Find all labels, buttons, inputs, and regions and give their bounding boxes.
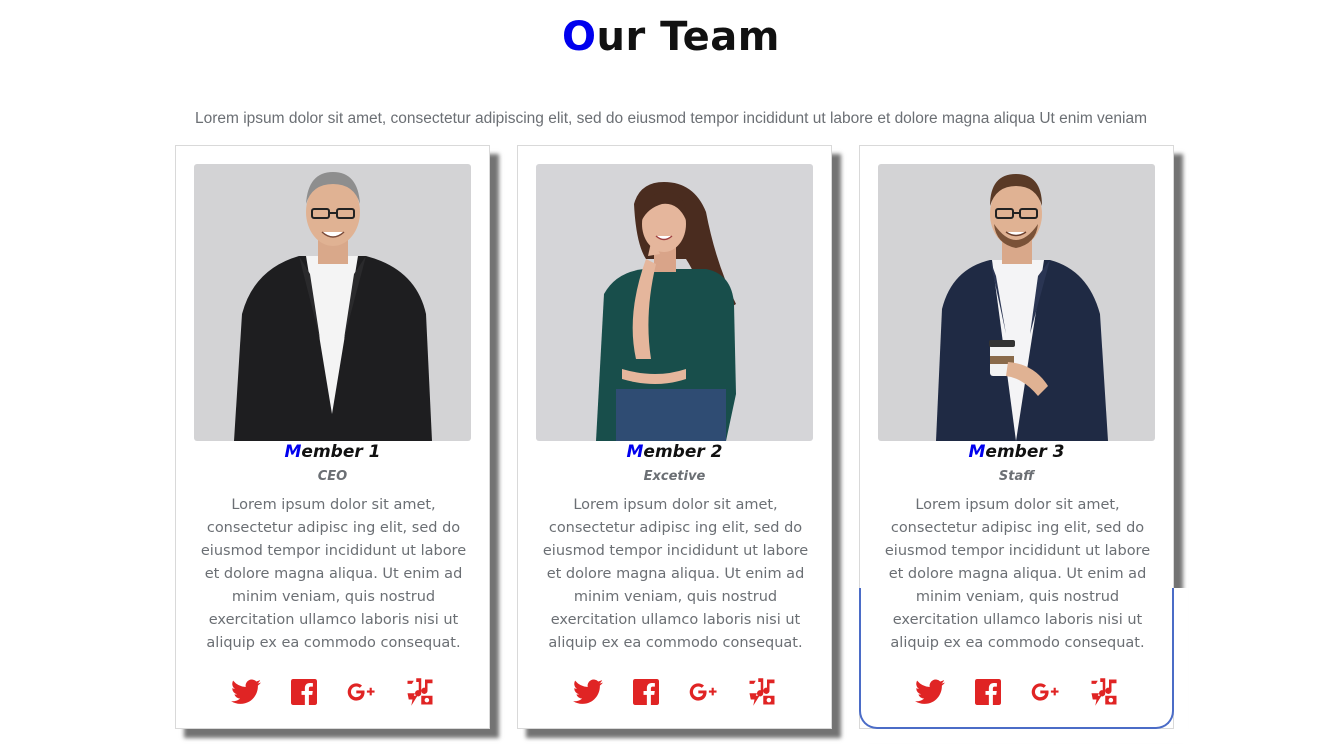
member-2-role: Excetive xyxy=(643,469,706,484)
google-plus-icon[interactable] xyxy=(1030,676,1062,708)
title-rest: ur Team xyxy=(596,14,780,60)
member-1-name-first-letter: M xyxy=(284,442,302,462)
member-3-role: Staff xyxy=(998,469,1035,484)
facebook-icon[interactable] xyxy=(630,676,662,708)
team-card-1: Member 1 CEO Lorem ipsum dolor sit amet,… xyxy=(175,145,490,729)
page-title: Our Team xyxy=(0,14,1342,60)
member-3-photo xyxy=(878,164,1155,441)
member-2-name-rest: ember 2 xyxy=(643,442,723,462)
member-3-socials xyxy=(860,676,1173,708)
member-2-bio: Lorem ipsum dolor sit amet, consectetur … xyxy=(542,497,809,651)
twitter-icon[interactable] xyxy=(230,676,262,708)
member-3-bio: Lorem ipsum dolor sit amet, consectetur … xyxy=(884,497,1151,651)
member-1-socials xyxy=(176,676,489,708)
google-plus-icon[interactable] xyxy=(346,676,378,708)
card-3-shadow-mask-bottom xyxy=(859,729,1189,743)
title-first-letter: O xyxy=(562,14,597,60)
member-1-name: Member 1 xyxy=(176,442,489,462)
member-1-bio: Lorem ipsum dolor sit amet, consectetur … xyxy=(200,497,467,651)
team-card-3: Member 3 Staff Lorem ipsum dolor sit ame… xyxy=(859,145,1174,729)
member-2-name: Member 2 xyxy=(518,442,831,462)
facebook-icon[interactable] xyxy=(972,676,1004,708)
member-2-socials xyxy=(518,676,831,708)
member-1-name-rest: ember 1 xyxy=(301,442,381,462)
member-3-name-first-letter: M xyxy=(968,442,986,462)
member-1-role: CEO xyxy=(317,469,348,484)
member-1-photo xyxy=(194,164,471,441)
intro-text: Lorem ipsum dolor sit amet, consectetur … xyxy=(194,110,1148,127)
member-3-name-rest: ember 3 xyxy=(985,442,1065,462)
member-3-name: Member 3 xyxy=(860,442,1173,462)
twitter-icon[interactable] xyxy=(572,676,604,708)
google-plus-icon[interactable] xyxy=(688,676,720,708)
team-card-2: Member 2 Excetive Lorem ipsum dolor sit … xyxy=(517,145,832,729)
member-2-name-first-letter: M xyxy=(626,442,644,462)
music-icon[interactable] xyxy=(1088,676,1120,708)
music-icon[interactable] xyxy=(404,676,436,708)
music-icon[interactable] xyxy=(746,676,778,708)
twitter-icon[interactable] xyxy=(914,676,946,708)
member-2-photo xyxy=(536,164,813,441)
facebook-icon[interactable] xyxy=(288,676,320,708)
card-3-shadow-mask xyxy=(1174,588,1188,738)
